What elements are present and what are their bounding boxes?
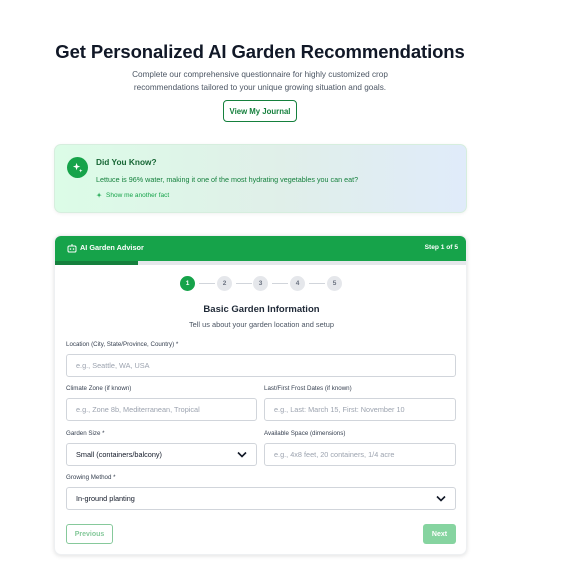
view-journal-button[interactable]: View My Journal bbox=[223, 100, 297, 122]
did-you-know-card: Did You Know? Lettuce is 96% water, maki… bbox=[54, 144, 467, 213]
step-connector bbox=[236, 283, 252, 284]
progress-bar bbox=[55, 261, 466, 265]
page-subtitle: Complete our comprehensive questionnaire… bbox=[95, 69, 425, 94]
section-subtitle: Tell us about your garden location and s… bbox=[188, 320, 335, 329]
garden-size-label: Garden Size * bbox=[66, 430, 105, 437]
step-connector bbox=[272, 283, 288, 284]
refresh-sparkle-icon bbox=[96, 192, 102, 198]
step-connector bbox=[199, 283, 215, 284]
section-title: Basic Garden Information bbox=[203, 304, 320, 315]
subtitle-line-1: Complete our comprehensive questionnaire… bbox=[132, 70, 388, 79]
step-3[interactable]: 3 bbox=[253, 276, 268, 291]
step-navigator: 1 2 3 4 5 bbox=[55, 276, 466, 292]
advisor-title: AI Garden Advisor bbox=[80, 243, 144, 252]
advisor-header: AI Garden Advisor Step 1 of 5 bbox=[55, 236, 466, 261]
growing-method-label: Growing Method * bbox=[66, 474, 116, 481]
garden-size-select[interactable]: Small (containers/balcony) bbox=[66, 443, 257, 466]
robot-icon bbox=[67, 244, 77, 253]
progress-fill bbox=[55, 261, 138, 265]
fact-text: Lettuce is 96% water, making it one of t… bbox=[96, 175, 359, 184]
step-4[interactable]: 4 bbox=[290, 276, 305, 291]
chevron-down-icon bbox=[436, 495, 446, 502]
another-fact-link[interactable]: Show me another fact bbox=[96, 192, 169, 199]
frost-input[interactable]: e.g., Last: March 15, First: November 10 bbox=[264, 398, 456, 421]
growing-method-value: In-ground planting bbox=[76, 494, 135, 503]
step-connector bbox=[309, 283, 325, 284]
climate-input[interactable]: e.g., Zone 8b, Mediterranean, Tropical bbox=[66, 398, 257, 421]
sparkle-icon bbox=[67, 157, 88, 178]
step-5[interactable]: 5 bbox=[327, 276, 342, 291]
step-1[interactable]: 1 bbox=[180, 276, 195, 291]
climate-label: Climate Zone (if known) bbox=[66, 385, 132, 392]
space-label: Available Space (dimensions) bbox=[264, 430, 346, 437]
previous-button[interactable]: Previous bbox=[66, 524, 113, 544]
page-title: Get Personalized AI Garden Recommendatio… bbox=[55, 41, 465, 62]
growing-method-select[interactable]: In-ground planting bbox=[66, 487, 456, 510]
next-button[interactable]: Next bbox=[423, 524, 456, 544]
space-input[interactable]: e.g., 4x8 feet, 20 containers, 1/4 acre bbox=[264, 443, 456, 466]
garden-size-value: Small (containers/balcony) bbox=[76, 450, 162, 459]
frost-label: Last/First Frost Dates (if known) bbox=[264, 385, 352, 392]
chevron-down-icon bbox=[237, 451, 247, 458]
ai-advisor-card: AI Garden Advisor Step 1 of 5 1 2 3 4 5 … bbox=[54, 235, 467, 555]
subtitle-line-2: recommendations tailored to your unique … bbox=[133, 82, 387, 92]
location-input[interactable]: e.g., Seattle, WA, USA bbox=[66, 354, 456, 377]
step-2[interactable]: 2 bbox=[217, 276, 232, 291]
another-fact-label: Show me another fact bbox=[106, 192, 170, 199]
fact-title: Did You Know? bbox=[96, 157, 157, 167]
location-label: Location (City, State/Province, Country)… bbox=[66, 341, 179, 348]
step-indicator: Step 1 of 5 bbox=[424, 244, 458, 251]
